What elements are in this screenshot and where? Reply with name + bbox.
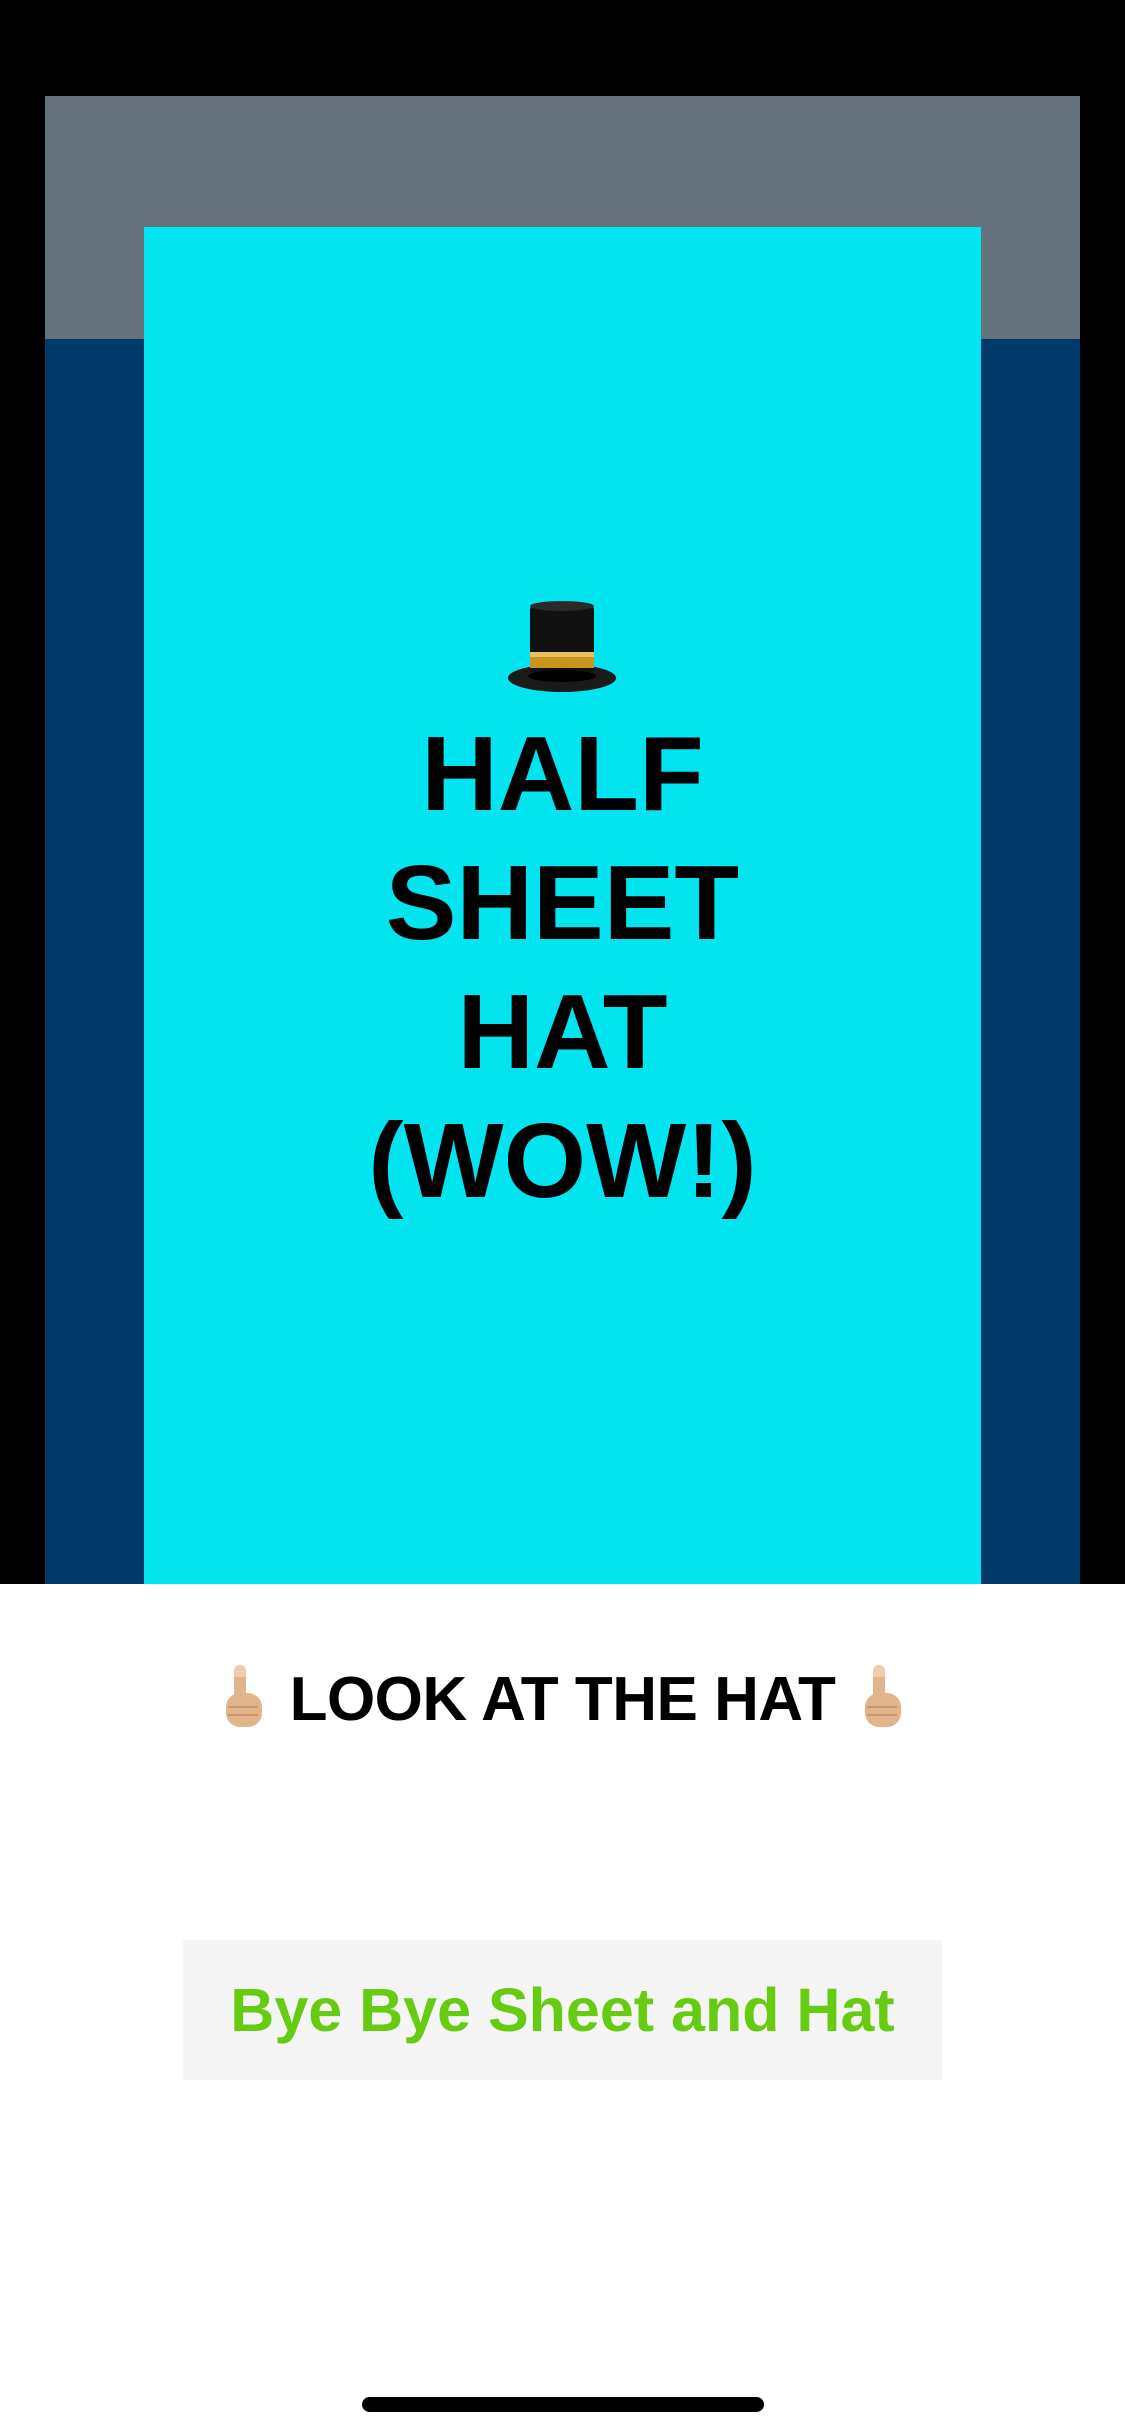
dismiss-sheet-button[interactable]: Bye Bye Sheet and Hat <box>183 1940 942 2080</box>
screen: HALF SHEET HAT (WOW!) LOOK AT THE HAT By… <box>0 0 1125 2436</box>
look-at-hat-row: LOOK AT THE HAT <box>0 1649 1125 1749</box>
look-at-hat-label: LOOK AT THE HAT <box>289 1664 836 1734</box>
pointing-up-hand-icon <box>225 1665 262 1727</box>
hat-card-content: HALF SHEET HAT (WOW!) <box>368 600 757 1226</box>
top-hat-icon <box>508 601 617 692</box>
half-sheet: LOOK AT THE HAT Bye Bye Sheet and Hat <box>0 1584 1125 2436</box>
hat-title: HALF SHEET HAT (WOW!) <box>368 715 757 1220</box>
home-indicator[interactable] <box>362 2397 764 2412</box>
hat-card: HALF SHEET HAT (WOW!) <box>144 227 981 1584</box>
pointing-up-hand-icon <box>865 1665 902 1727</box>
